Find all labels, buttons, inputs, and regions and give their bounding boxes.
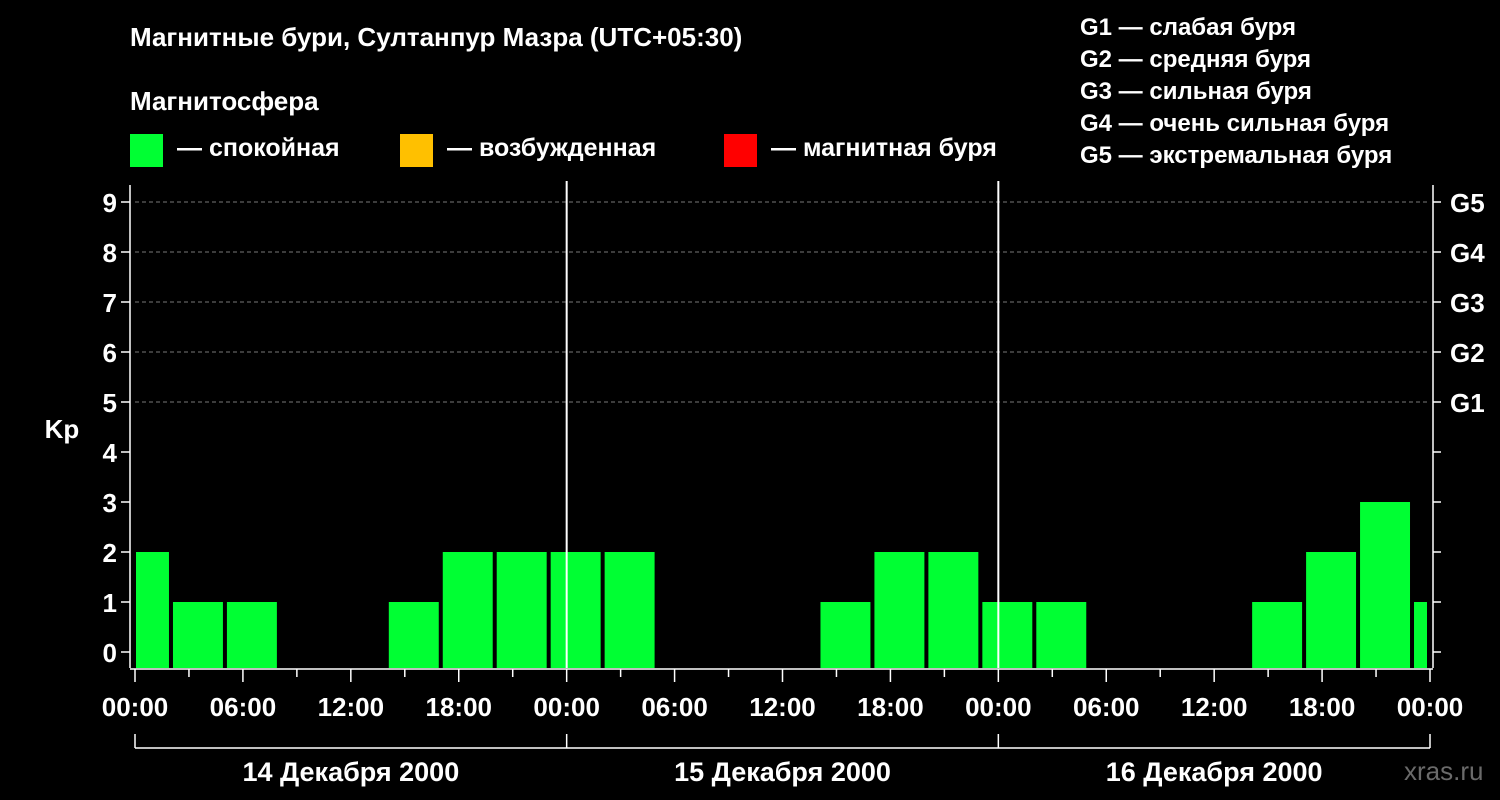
x-tick-label: 00:00 [965,692,1032,722]
y-tick-label: 0 [103,638,117,668]
x-tick-label: 18:00 [857,692,924,722]
x-tick-label: 12:00 [318,692,385,722]
kp-bar [928,552,979,668]
kp-bar [388,602,439,668]
x-tick-label: 00:00 [102,692,169,722]
kp-bar [1360,502,1411,668]
kp-bar [550,552,601,668]
y-tick-label: 3 [103,488,117,518]
kp-bar [1252,602,1303,668]
y-tick-label: 2 [103,538,117,568]
day-label: 15 Декабря 2000 [674,757,891,787]
g-level-label: G2 [1450,338,1485,368]
x-tick-label: 18:00 [1289,692,1356,722]
kp-bar [820,602,871,668]
x-tick-label: 00:00 [1397,692,1464,722]
x-tick-label: 06:00 [210,692,277,722]
y-tick-label: 7 [103,288,117,318]
kp-bar [604,552,655,668]
kp-bar [226,602,277,668]
y-tick-label: 6 [103,338,117,368]
day-label: 16 Декабря 2000 [1106,757,1323,787]
x-tick-label: 12:00 [1181,692,1248,722]
x-tick-label: 06:00 [641,692,708,722]
y-axis-title: Kp [45,414,80,444]
x-tick-label: 12:00 [749,692,816,722]
y-tick-label: 4 [103,438,118,468]
kp-bar [496,552,547,668]
g-level-label: G3 [1450,288,1485,318]
watermark: xras.ru [1404,756,1484,786]
x-tick-label: 18:00 [426,692,493,722]
kp-bar [1306,552,1357,668]
g-level-label: G4 [1450,238,1485,268]
x-tick-label: 00:00 [533,692,600,722]
kp-bar [1414,602,1427,668]
y-tick-label: 1 [103,588,117,618]
g-level-label: G1 [1450,388,1485,418]
g-level-label: G5 [1450,188,1485,218]
kp-bar [136,552,169,668]
x-tick-label: 06:00 [1073,692,1140,722]
kp-bar [172,602,223,668]
y-tick-label: 8 [103,238,117,268]
kp-bar [1036,602,1087,668]
day-label: 14 Декабря 2000 [242,757,459,787]
kp-chart: 0 1 2 3 4 5 6 7 8 9 G1 G2 G3 G4 G5 Kp 00:00 06:00 12:00 18:… [45,181,1485,787]
kp-bar [982,602,1033,668]
kp-bar [874,552,925,668]
kp-bar [442,552,493,668]
y-tick-label: 9 [103,188,117,218]
y-tick-label: 5 [103,388,117,418]
